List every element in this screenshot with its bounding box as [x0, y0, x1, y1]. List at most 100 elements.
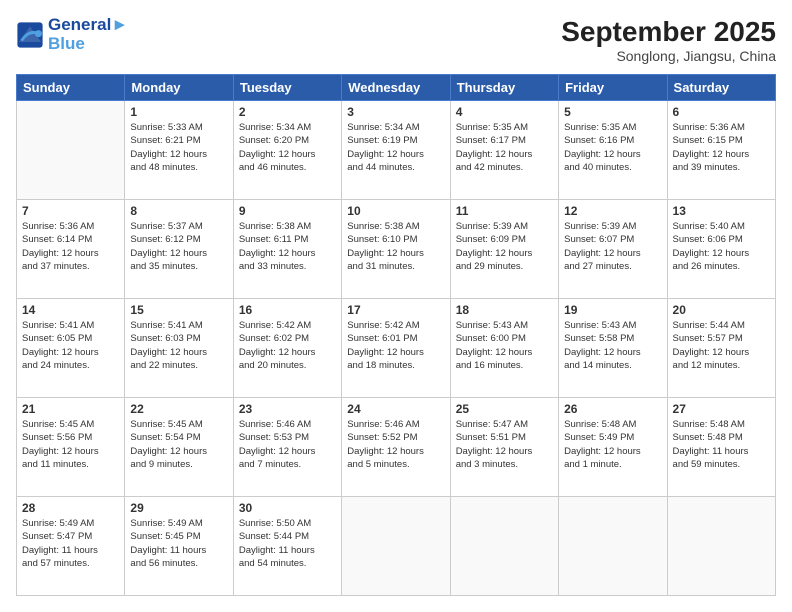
calendar-week-row: 1 Sunrise: 5:33 AM Sunset: 6:21 PM Daylig… [17, 101, 776, 200]
calendar-cell: 30 Sunrise: 5:50 AM Sunset: 5:44 PM Dayli… [233, 497, 341, 596]
calendar-cell: 11 Sunrise: 5:39 AM Sunset: 6:09 PM Dayli… [450, 200, 558, 299]
day-number: 5 [564, 105, 661, 119]
calendar-cell: 12 Sunrise: 5:39 AM Sunset: 6:07 PM Dayli… [559, 200, 667, 299]
cell-info: Sunrise: 5:33 AM Sunset: 6:21 PM Dayligh… [130, 121, 227, 174]
day-number: 4 [456, 105, 553, 119]
title-block: September 2025 Songlong, Jiangsu, China [561, 16, 776, 64]
calendar-cell: 1 Sunrise: 5:33 AM Sunset: 6:21 PM Daylig… [125, 101, 233, 200]
cell-info: Sunrise: 5:35 AM Sunset: 6:17 PM Dayligh… [456, 121, 553, 174]
day-number: 12 [564, 204, 661, 218]
day-number: 26 [564, 402, 661, 416]
calendar-cell: 8Sunrise: 5:37 AM Sunset: 6:12 PM Daylig… [125, 200, 233, 299]
cell-info: Sunrise: 5:46 AM Sunset: 5:53 PM Dayligh… [239, 418, 336, 471]
logo-text: General► Blue [48, 16, 128, 53]
day-number: 18 [456, 303, 553, 317]
calendar-cell [450, 497, 558, 596]
weekday-header-thursday: Thursday [450, 75, 558, 101]
day-number: 30 [239, 501, 336, 515]
calendar-cell: 25 Sunrise: 5:47 AM Sunset: 5:51 PM Dayli… [450, 398, 558, 497]
cell-info: Sunrise: 5:39 AM Sunset: 6:09 PM Dayligh… [456, 220, 553, 273]
calendar-week-row: 7Sunrise: 5:36 AM Sunset: 6:14 PM Daylig… [17, 200, 776, 299]
day-number: 24 [347, 402, 444, 416]
calendar-cell: 21 Sunrise: 5:45 AM Sunset: 5:56 PM Dayli… [17, 398, 125, 497]
calendar-cell [342, 497, 450, 596]
calendar-cell: 4 Sunrise: 5:35 AM Sunset: 6:17 PM Daylig… [450, 101, 558, 200]
calendar-cell [559, 497, 667, 596]
weekday-header-wednesday: Wednesday [342, 75, 450, 101]
calendar-cell: 22Sunrise: 5:45 AM Sunset: 5:54 PM Dayli… [125, 398, 233, 497]
day-number: 22 [130, 402, 227, 416]
day-number: 29 [130, 501, 227, 515]
cell-info: Sunrise: 5:49 AM Sunset: 5:45 PM Dayligh… [130, 517, 227, 570]
cell-info: Sunrise: 5:47 AM Sunset: 5:51 PM Dayligh… [456, 418, 553, 471]
day-number: 7 [22, 204, 119, 218]
cell-info: Sunrise: 5:34 AM Sunset: 6:20 PM Dayligh… [239, 121, 336, 174]
calendar-cell: 28 Sunrise: 5:49 AM Sunset: 5:47 PM Dayli… [17, 497, 125, 596]
calendar-cell: 13 Sunrise: 5:40 AM Sunset: 6:06 PM Dayli… [667, 200, 775, 299]
calendar-cell: 26 Sunrise: 5:48 AM Sunset: 5:49 PM Dayli… [559, 398, 667, 497]
location: Songlong, Jiangsu, China [561, 48, 776, 64]
day-number: 10 [347, 204, 444, 218]
calendar-week-row: 28 Sunrise: 5:49 AM Sunset: 5:47 PM Dayli… [17, 497, 776, 596]
cell-info: Sunrise: 5:42 AM Sunset: 6:02 PM Dayligh… [239, 319, 336, 372]
cell-info: Sunrise: 5:48 AM Sunset: 5:48 PM Dayligh… [673, 418, 770, 471]
day-number: 13 [673, 204, 770, 218]
calendar-cell: 16Sunrise: 5:42 AM Sunset: 6:02 PM Dayli… [233, 299, 341, 398]
day-number: 21 [22, 402, 119, 416]
calendar-cell: 20 Sunrise: 5:44 AM Sunset: 5:57 PM Dayli… [667, 299, 775, 398]
day-number: 3 [347, 105, 444, 119]
calendar-cell: 27Sunrise: 5:48 AM Sunset: 5:48 PM Dayli… [667, 398, 775, 497]
calendar-cell: 18Sunrise: 5:43 AM Sunset: 6:00 PM Dayli… [450, 299, 558, 398]
day-number: 14 [22, 303, 119, 317]
day-number: 6 [673, 105, 770, 119]
day-number: 17 [347, 303, 444, 317]
calendar-cell: 23 Sunrise: 5:46 AM Sunset: 5:53 PM Dayli… [233, 398, 341, 497]
day-number: 1 [130, 105, 227, 119]
cell-info: Sunrise: 5:40 AM Sunset: 6:06 PM Dayligh… [673, 220, 770, 273]
calendar-cell: 6Sunrise: 5:36 AM Sunset: 6:15 PM Daylig… [667, 101, 775, 200]
cell-info: Sunrise: 5:39 AM Sunset: 6:07 PM Dayligh… [564, 220, 661, 273]
day-number: 11 [456, 204, 553, 218]
cell-info: Sunrise: 5:38 AM Sunset: 6:10 PM Dayligh… [347, 220, 444, 273]
weekday-header-sunday: Sunday [17, 75, 125, 101]
calendar-cell: 19Sunrise: 5:43 AM Sunset: 5:58 PM Dayli… [559, 299, 667, 398]
cell-info: Sunrise: 5:44 AM Sunset: 5:57 PM Dayligh… [673, 319, 770, 372]
day-number: 25 [456, 402, 553, 416]
weekday-header-tuesday: Tuesday [233, 75, 341, 101]
day-number: 20 [673, 303, 770, 317]
cell-info: Sunrise: 5:45 AM Sunset: 5:56 PM Dayligh… [22, 418, 119, 471]
calendar-cell: 3Sunrise: 5:34 AM Sunset: 6:19 PM Daylig… [342, 101, 450, 200]
cell-info: Sunrise: 5:49 AM Sunset: 5:47 PM Dayligh… [22, 517, 119, 570]
header: General► Blue September 2025 Songlong, J… [16, 16, 776, 64]
cell-info: Sunrise: 5:48 AM Sunset: 5:49 PM Dayligh… [564, 418, 661, 471]
calendar-cell: 9 Sunrise: 5:38 AM Sunset: 6:11 PM Daylig… [233, 200, 341, 299]
day-number: 23 [239, 402, 336, 416]
calendar-cell [667, 497, 775, 596]
weekday-header-saturday: Saturday [667, 75, 775, 101]
cell-info: Sunrise: 5:38 AM Sunset: 6:11 PM Dayligh… [239, 220, 336, 273]
page: General► Blue September 2025 Songlong, J… [0, 0, 792, 612]
calendar-cell: 10 Sunrise: 5:38 AM Sunset: 6:10 PM Dayli… [342, 200, 450, 299]
cell-info: Sunrise: 5:41 AM Sunset: 6:05 PM Dayligh… [22, 319, 119, 372]
calendar-cell: 24Sunrise: 5:46 AM Sunset: 5:52 PM Dayli… [342, 398, 450, 497]
calendar-cell [17, 101, 125, 200]
day-number: 19 [564, 303, 661, 317]
calendar-cell: 7Sunrise: 5:36 AM Sunset: 6:14 PM Daylig… [17, 200, 125, 299]
calendar-cell: 2 Sunrise: 5:34 AM Sunset: 6:20 PM Daylig… [233, 101, 341, 200]
cell-info: Sunrise: 5:37 AM Sunset: 6:12 PM Dayligh… [130, 220, 227, 273]
cell-info: Sunrise: 5:42 AM Sunset: 6:01 PM Dayligh… [347, 319, 444, 372]
calendar-cell: 15Sunrise: 5:41 AM Sunset: 6:03 PM Dayli… [125, 299, 233, 398]
logo: General► Blue [16, 16, 128, 53]
day-number: 2 [239, 105, 336, 119]
weekday-header-monday: Monday [125, 75, 233, 101]
day-number: 28 [22, 501, 119, 515]
logo-icon [16, 21, 44, 49]
calendar-cell: 14 Sunrise: 5:41 AM Sunset: 6:05 PM Dayli… [17, 299, 125, 398]
day-number: 9 [239, 204, 336, 218]
cell-info: Sunrise: 5:41 AM Sunset: 6:03 PM Dayligh… [130, 319, 227, 372]
weekday-header-row: SundayMondayTuesdayWednesdayThursdayFrid… [17, 75, 776, 101]
calendar-week-row: 14 Sunrise: 5:41 AM Sunset: 6:05 PM Dayli… [17, 299, 776, 398]
weekday-header-friday: Friday [559, 75, 667, 101]
calendar-cell: 17 Sunrise: 5:42 AM Sunset: 6:01 PM Dayli… [342, 299, 450, 398]
cell-info: Sunrise: 5:50 AM Sunset: 5:44 PM Dayligh… [239, 517, 336, 570]
